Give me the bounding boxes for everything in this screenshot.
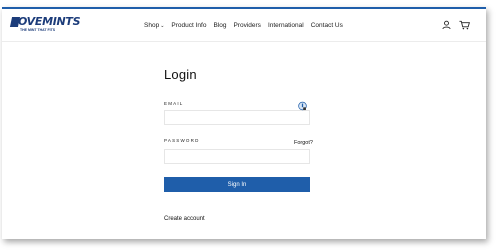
logo-tagline: THE MINT THAT FITS: [20, 28, 56, 32]
nav-item-blog[interactable]: Blog: [213, 22, 226, 29]
email-label: EMAIL: [164, 101, 184, 106]
email-field[interactable]: [164, 110, 310, 125]
nav-item-international[interactable]: International: [268, 22, 304, 29]
sign-in-button[interactable]: Sign In: [164, 177, 310, 192]
create-account-link[interactable]: Create account: [164, 216, 205, 222]
chevron-down-icon: ⌄: [160, 23, 165, 29]
main-nav: Shop⌄ Product Info Blog Providers Intern…: [144, 22, 343, 29]
nav-item-product-info[interactable]: Product Info: [171, 22, 206, 29]
forgot-password-link[interactable]: Forgot?: [294, 140, 313, 146]
browser-page: OVEMINTS THE MINT THAT FITS Shop⌄ Produc…: [2, 7, 486, 239]
nav-item-contact-us[interactable]: Contact Us: [311, 22, 343, 29]
user-icon[interactable]: [442, 20, 451, 30]
nav-item-providers[interactable]: Providers: [233, 22, 260, 29]
cart-icon[interactable]: [459, 20, 470, 30]
page-title: Login: [164, 67, 197, 82]
password-manager-icon[interactable]: [298, 101, 307, 111]
site-logo[interactable]: OVEMINTS THE MINT THAT FITS: [9, 16, 81, 36]
nav-item-shop[interactable]: Shop⌄: [144, 22, 164, 29]
password-label: PASSWORD: [164, 138, 200, 143]
site-header: OVEMINTS THE MINT THAT FITS Shop⌄ Produc…: [2, 9, 486, 42]
nav-item-label: Shop: [144, 22, 160, 29]
password-field[interactable]: [164, 149, 310, 164]
logo-text: OVEMINTS: [18, 15, 81, 28]
